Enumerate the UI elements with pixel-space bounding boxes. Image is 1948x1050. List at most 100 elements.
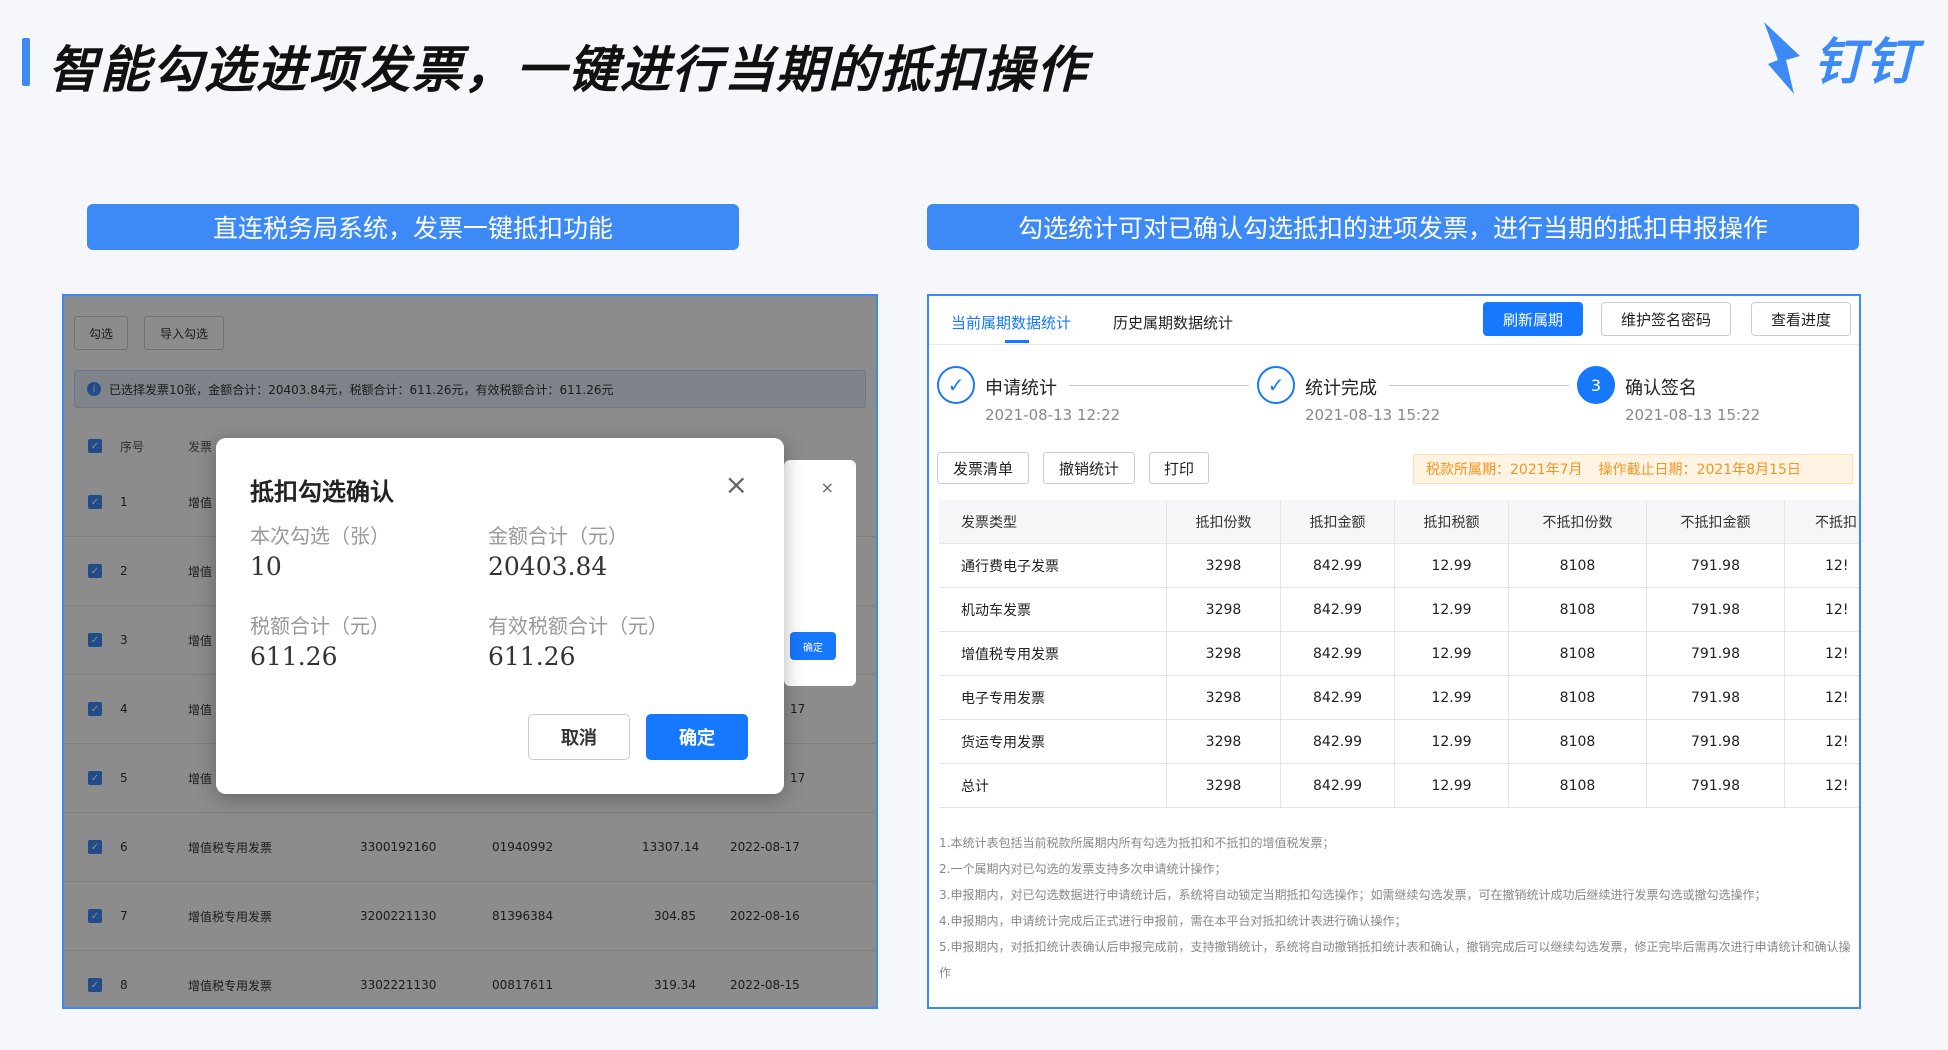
field-label-tax: 税额合计（元）	[250, 614, 390, 638]
invoice-type-cell: 通行费电子发票	[939, 544, 1167, 587]
deadline-text: 操作截止日期：2021年8月15日	[1598, 462, 1801, 478]
check-icon: ✓	[1257, 366, 1295, 404]
title-accent-bar	[22, 38, 30, 86]
table-cell: 12.99	[1395, 632, 1509, 675]
active-tab-indicator	[1005, 340, 1029, 343]
refresh-period-button[interactable]: 刷新属期	[1483, 302, 1583, 336]
table-cell: 8108	[1509, 544, 1647, 587]
table-cell: 3298	[1167, 720, 1281, 763]
dialog-title: 抵扣勾选确认	[250, 478, 394, 506]
close-icon[interactable]: ×	[725, 468, 748, 501]
table-cell: 842.99	[1281, 676, 1395, 719]
table-cell: 12!	[1825, 733, 1849, 750]
note-item: 2.一个属期内对已勾选的发票支持多次申请统计操作；	[939, 862, 1227, 876]
print-button[interactable]: 打印	[1149, 452, 1209, 484]
table-cell: 3298	[1167, 588, 1281, 631]
invoice-type-cell: 货运专用发票	[939, 720, 1167, 763]
table-cell: 3298	[1167, 632, 1281, 675]
logo-text: 钉钉	[1814, 33, 1918, 91]
table-cell: 791.98	[1647, 588, 1785, 631]
check-icon: ✓	[937, 366, 975, 404]
table-cell: 8108	[1509, 588, 1647, 631]
close-icon[interactable]: ×	[821, 478, 834, 497]
table-cell: 12.99	[1395, 544, 1509, 587]
step-number-icon: 3	[1577, 366, 1615, 404]
deduction-confirm-dialog: 抵扣勾选确认 × 本次勾选（张） 10 金额合计（元） 20403.84 税额合…	[216, 438, 784, 794]
background-confirm-button[interactable]: 确定	[790, 632, 836, 660]
table-cell: 842.99	[1281, 632, 1395, 675]
field-value-count: 10	[250, 552, 282, 581]
field-label-effective-tax: 有效税额合计（元）	[488, 614, 668, 638]
field-value-amount: 20403.84	[488, 552, 608, 581]
column-header: 抵扣税额	[1395, 500, 1509, 543]
section-label-right: 勾选统计可对已确认勾选抵扣的进项发票，进行当期的抵扣申报操作	[927, 204, 1859, 250]
column-header: 抵扣份数	[1167, 500, 1281, 543]
table-header: 发票类型 抵扣份数 抵扣金额 抵扣税额 不抵扣份数 不抵扣金额 不抵扣	[939, 500, 1859, 544]
table-cell: 8108	[1509, 764, 1647, 807]
table-cell: 842.99	[1281, 764, 1395, 807]
cancel-button[interactable]: 取消	[528, 714, 630, 760]
table-cell: 12.99	[1395, 676, 1509, 719]
table-cell: 12!	[1825, 557, 1849, 574]
step-time: 2021-08-13 12:22	[985, 406, 1121, 424]
table-cell: 8108	[1509, 632, 1647, 675]
revoke-stats-button[interactable]: 撤销统计	[1043, 452, 1135, 484]
note-item: 3.申报期内，对已勾选数据进行申请统计后，系统将自动锁定当期抵扣勾选操作；如需继…	[939, 888, 1767, 902]
table-cell: 12.99	[1395, 764, 1509, 807]
table-cell: 791.98	[1647, 544, 1785, 587]
field-value-effective-tax: 611.26	[488, 642, 576, 671]
step-title: 确认签名	[1625, 378, 1697, 399]
notes: 1.本统计表包括当前税款所属期内所有勾选为抵扣和不抵扣的增值税发票； 2.一个属…	[939, 830, 1857, 986]
table-cell: 791.98	[1647, 764, 1785, 807]
table-cell: 842.99	[1281, 544, 1395, 587]
table-row: 货运专用发票 3298 842.99 12.99 8108 791.98 12!	[939, 720, 1859, 764]
table-row: 机动车发票 3298 842.99 12.99 8108 791.98 12!	[939, 588, 1859, 632]
column-header: 不抵扣金额	[1647, 500, 1785, 543]
period-notice: 税款所属期：2021年7月 操作截止日期：2021年8月15日	[1413, 454, 1853, 484]
step-connector	[1389, 385, 1569, 386]
column-header: 发票类型	[939, 500, 1167, 543]
table-cell: 791.98	[1647, 676, 1785, 719]
field-value-tax: 611.26	[250, 642, 338, 671]
note-item: 4.申报期内，申请统计完成后正式进行申报前，需在本平台对抵扣统计表进行确认操作；	[939, 914, 1407, 928]
invoice-type-cell: 电子专用发票	[939, 676, 1167, 719]
table-cell: 8108	[1509, 720, 1647, 763]
view-progress-button[interactable]: 查看进度	[1751, 302, 1851, 336]
table-row-total: 总计 3298 842.99 12.99 8108 791.98 12!	[939, 764, 1859, 808]
table-cell: 12!	[1825, 689, 1849, 706]
dingtalk-logo: 钉钉	[1760, 20, 1918, 96]
table-cell: 12!	[1825, 601, 1849, 618]
deduction-stats-panel: 当前属期数据统计 历史属期数据统计 刷新属期 维护签名密码 查看进度 ✓ 申请统…	[927, 294, 1861, 1009]
invoice-list-button[interactable]: 发票清单	[937, 452, 1029, 484]
table-cell: 842.99	[1281, 588, 1395, 631]
field-label-count: 本次勾选（张）	[250, 524, 390, 548]
step-time: 2021-08-13 15:22	[1305, 406, 1441, 424]
dingtalk-wing-icon	[1764, 22, 1800, 94]
tab-divider	[929, 344, 1859, 345]
note-item: 1.本统计表包括当前税款所属期内所有勾选为抵扣和不抵扣的增值税发票；	[939, 836, 1335, 850]
table-cell: 3298	[1167, 676, 1281, 719]
maintain-signature-password-button[interactable]: 维护签名密码	[1601, 302, 1731, 336]
section-label-left: 直连税务局系统，发票一键抵扣功能	[87, 204, 739, 250]
invoice-type-cell: 机动车发票	[939, 588, 1167, 631]
column-header: 不抵扣份数	[1509, 500, 1647, 543]
tab-current-period[interactable]: 当前属期数据统计	[951, 312, 1071, 333]
field-label-amount: 金额合计（元）	[488, 524, 628, 548]
table-row: 增值税专用发票 3298 842.99 12.99 8108 791.98 12…	[939, 632, 1859, 676]
slide: 智能勾选进项发票，一键进行当期的抵扣操作 钉钉 直连税务局系统，发票一键抵扣功能…	[0, 0, 1948, 1050]
step-title: 申请统计	[985, 378, 1057, 399]
column-header: 抵扣金额	[1281, 500, 1395, 543]
tab-history-period[interactable]: 历史属期数据统计	[1113, 312, 1233, 333]
table-cell: 8108	[1509, 676, 1647, 719]
confirm-button[interactable]: 确定	[646, 714, 748, 760]
table-cell: 842.99	[1281, 720, 1395, 763]
table-cell: 12!	[1825, 645, 1849, 662]
invoice-type-cell: 增值税专用发票	[939, 632, 1167, 675]
background-dialog: × 确定	[784, 460, 856, 686]
table-cell: 12.99	[1395, 720, 1509, 763]
step-title: 统计完成	[1305, 378, 1377, 399]
table-cell: 12.99	[1395, 588, 1509, 631]
table-cell: 3298	[1167, 764, 1281, 807]
note-item: 5.申报期内，对抵扣统计表确认后申报完成前，支持撤销统计，系统将自动撤销抵扣统计…	[939, 940, 1851, 980]
tax-period-text: 税款所属期：2021年7月	[1426, 462, 1583, 478]
